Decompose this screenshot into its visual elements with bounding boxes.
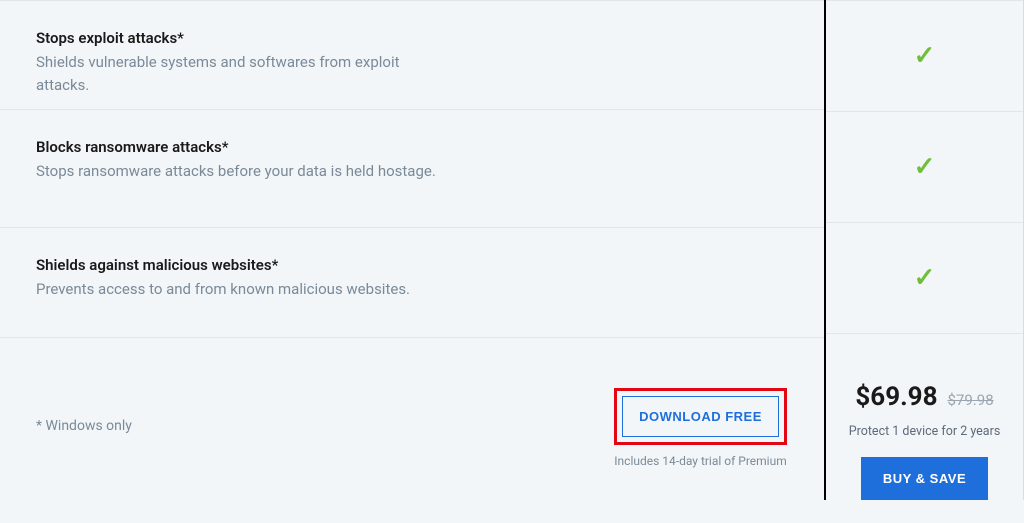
check-icon: ✓ (914, 263, 936, 293)
feature-title: Stops exploit attacks* (36, 29, 788, 47)
price-old: $79.98 (948, 391, 994, 409)
feature-desc: Prevents access to and from known malici… (36, 278, 456, 301)
check-icon: ✓ (914, 41, 936, 71)
feature-row: Blocks ransomware attacks* Stops ransomw… (0, 110, 824, 228)
feature-check-cell: ✓ (826, 112, 1023, 223)
price-line: $69.98 $79.98 (842, 382, 1007, 412)
feature-row: Stops exploit attacks* Shields vulnerabl… (0, 0, 824, 110)
download-block: DOWNLOAD FREE Includes 14-day trial of P… (613, 388, 788, 470)
feature-desc: Stops ransomware attacks before your dat… (36, 160, 456, 183)
windows-only-note: * Windows only (36, 388, 613, 434)
feature-check-cell: ✓ (826, 0, 1023, 112)
download-subtext: Includes 14-day trial of Premium (613, 453, 788, 470)
pricing-block: $69.98 $79.98 Protect 1 device for 2 year… (826, 334, 1023, 500)
download-highlight-box: DOWNLOAD FREE (614, 388, 787, 445)
download-free-button[interactable]: DOWNLOAD FREE (622, 396, 779, 437)
footer-row: * Windows only DOWNLOAD FREE Includes 14… (0, 338, 824, 500)
feature-row: Shields against malicious websites* Prev… (0, 228, 824, 338)
feature-desc: Shields vulnerable systems and softwares… (36, 51, 456, 96)
buy-save-button[interactable]: BUY & SAVE (861, 457, 988, 500)
price-current: $69.98 (855, 382, 937, 412)
feature-check-cell: ✓ (826, 223, 1023, 334)
feature-title: Blocks ransomware attacks* (36, 138, 788, 156)
feature-title: Shields against malicious websites* (36, 256, 788, 274)
price-desc: Protect 1 device for 2 years (842, 424, 1007, 439)
check-icon: ✓ (914, 152, 936, 182)
feature-rows: Stops exploit attacks* Shields vulnerabl… (0, 0, 1024, 500)
comparison-table: Stops exploit attacks* Shields vulnerabl… (0, 0, 1024, 523)
